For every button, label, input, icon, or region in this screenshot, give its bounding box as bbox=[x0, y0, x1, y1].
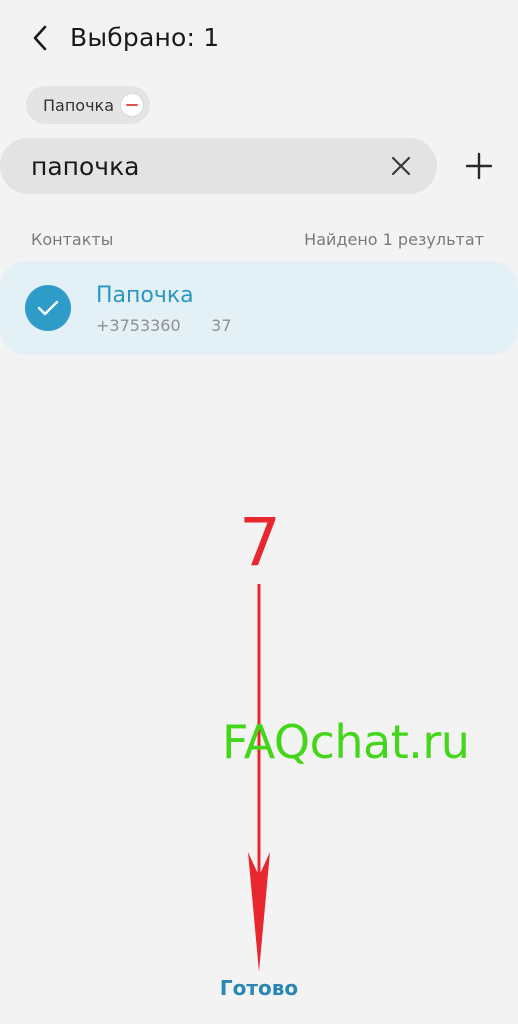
contact-phone: +3753360 37 bbox=[96, 316, 232, 335]
contact-name: Папочка bbox=[96, 283, 194, 308]
results-count: Найдено 1 результат bbox=[304, 230, 484, 249]
selection-checkbox[interactable] bbox=[25, 285, 71, 331]
page-title: Выбрано: 1 bbox=[70, 23, 220, 52]
search-bar bbox=[0, 138, 437, 194]
minus-circle-icon[interactable] bbox=[120, 93, 145, 117]
chip-label: Папочка bbox=[43, 95, 115, 115]
done-button[interactable]: Готово bbox=[0, 966, 518, 1010]
step-number-annotation: 7 bbox=[239, 504, 281, 581]
selected-contact-chip[interactable]: Папочка bbox=[26, 86, 151, 124]
contact-list-item[interactable]: Папочка +3753360 37 bbox=[0, 261, 518, 355]
section-label: Контакты bbox=[31, 230, 114, 249]
back-button[interactable] bbox=[22, 18, 58, 58]
arrow-down-annotation bbox=[248, 584, 270, 972]
contact-picker-screen: Выбрано: 1 Папочка Контакты Найдено 1 ре… bbox=[0, 0, 518, 1024]
plus-icon bbox=[465, 152, 493, 180]
check-icon bbox=[37, 300, 59, 316]
header: Выбрано: 1 bbox=[0, 0, 518, 76]
search-input[interactable] bbox=[31, 144, 371, 188]
add-contact-button[interactable] bbox=[459, 146, 499, 186]
clear-search-button[interactable] bbox=[387, 152, 415, 180]
chevron-left-icon bbox=[33, 25, 47, 51]
watermark: FAQchat.ru bbox=[222, 715, 470, 769]
close-icon bbox=[391, 156, 411, 176]
